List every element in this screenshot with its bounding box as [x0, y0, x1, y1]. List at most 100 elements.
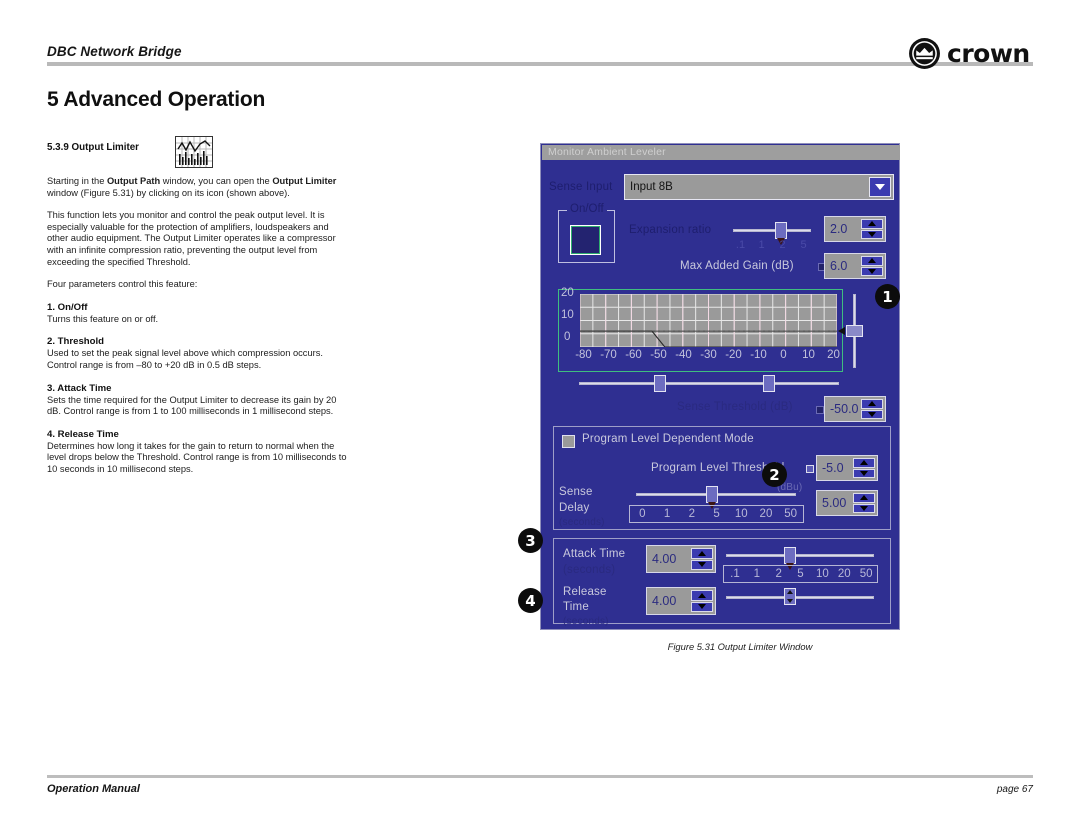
attack-time-slider-thumb[interactable]: [784, 547, 796, 570]
release-time-label-3: (seconds): [563, 616, 609, 627]
program-level-mode-label: Program Level Dependent Mode: [582, 433, 754, 445]
attack-scale-tick: 2: [775, 568, 782, 580]
param-body-2: Used to set the peak signal level above …: [47, 348, 323, 370]
attack-time-value: 4.00: [652, 552, 677, 566]
attack-time-spin-buttons[interactable]: [691, 548, 713, 570]
section-heading-row: 5.3.9 Output Limiter: [47, 136, 349, 176]
sense-threshold-label: Sense Threshold (dB): [677, 401, 793, 413]
stepper-down-icon[interactable]: [861, 266, 883, 276]
sense-delay-spin-buttons[interactable]: [853, 493, 875, 513]
max-added-gain-spin-buttons[interactable]: [861, 256, 883, 276]
crown-wordmark: crown: [947, 38, 1030, 68]
attack-time-slider-track[interactable]: [726, 554, 874, 557]
sense-threshold-stepper[interactable]: -50.0: [824, 396, 886, 422]
sense-input-select[interactable]: Input 8B: [624, 174, 894, 200]
graph-plot-area: [580, 294, 837, 347]
stepper-down-icon[interactable]: [853, 503, 875, 513]
param-heading-4: 4. Release Time: [47, 428, 119, 440]
program-level-threshold-stepper[interactable]: -5.0: [816, 455, 878, 481]
stepper-down-icon[interactable]: [861, 229, 883, 239]
output-limiter-window[interactable]: Monitor Ambient Leveler Sense Input Inpu…: [540, 143, 900, 630]
x-tick: -10: [750, 349, 767, 361]
stepper-down-icon[interactable]: [691, 601, 713, 612]
sense-delay-tick: 10: [734, 508, 748, 520]
stepper-down-icon[interactable]: [691, 559, 713, 570]
program-level-mode-checkbox[interactable]: [562, 435, 575, 448]
figure-caption: Figure 5.31 Output Limiter Window: [667, 641, 813, 652]
x-axis-ticks: -80 -70 -60 -50 -40 -30 -20 -10 0 10 20: [571, 349, 846, 361]
sense-threshold-slider-track[interactable]: [579, 382, 839, 385]
gain-vertical-slider-thumb[interactable]: [838, 325, 863, 337]
footer-right: page 67: [996, 784, 1033, 795]
release-time-stepper[interactable]: 4.00: [646, 587, 716, 615]
sense-delay-tick: 5: [713, 508, 720, 520]
sense-delay-scale: 0 1 2 5 10 20 50: [629, 505, 804, 523]
param-block-2: 2. Threshold Used to set the peak signal…: [47, 336, 349, 371]
stepper-down-icon[interactable]: [853, 468, 875, 478]
stepper-up-icon[interactable]: [861, 399, 883, 409]
sense-delay-stepper[interactable]: 5.00: [816, 490, 878, 516]
x-tick: -30: [700, 349, 717, 361]
attack-time-stepper[interactable]: 4.00: [646, 545, 716, 573]
expansion-ratio-stepper[interactable]: 2.0: [824, 216, 886, 242]
stepper-up-icon[interactable]: [691, 590, 713, 601]
transfer-curve-graph: 20 10 0 -80 -70 -60 -50 -40 -30 -20 -10 …: [558, 287, 846, 372]
param-body-1: Turns this feature on or off.: [47, 313, 159, 324]
callout-2: 2: [762, 462, 787, 487]
sense-input-value: Input 8B: [630, 181, 673, 193]
expansion-ratio-slider-track[interactable]: [733, 229, 811, 232]
stepper-up-icon[interactable]: [853, 458, 875, 468]
stepper-down-icon[interactable]: [861, 409, 883, 419]
sense-delay-slider-thumb[interactable]: [706, 486, 718, 509]
callout-3: 3: [518, 528, 543, 553]
sense-threshold-slider-thumb-low[interactable]: [654, 375, 666, 392]
attack-scale-tick: 5: [797, 568, 804, 580]
program-level-threshold-value: -5.0: [822, 461, 844, 475]
expansion-scale-tick: .1: [735, 239, 746, 251]
crown-emblem-icon: [908, 37, 941, 70]
param-block-4: 4. Release Time Determines how long it t…: [47, 429, 349, 476]
x-tick: -40: [675, 349, 692, 361]
expansion-ratio-spin-buttons[interactable]: [861, 219, 883, 239]
release-time-value: 4.00: [652, 594, 677, 608]
release-time-slider-track[interactable]: [726, 596, 874, 599]
onoff-toggle-button[interactable]: [570, 225, 601, 255]
param-block-1: 1. On/Off Turns this feature on or off.: [47, 302, 349, 326]
stepper-up-icon[interactable]: [861, 219, 883, 229]
sense-threshold-spin-buttons[interactable]: [861, 399, 883, 419]
running-head: DBC Network Bridge: [47, 44, 182, 59]
stepper-up-icon[interactable]: [691, 548, 713, 559]
attack-scale-tick: 20: [837, 568, 851, 580]
program-level-threshold-spin-buttons[interactable]: [853, 458, 875, 478]
attack-scale-tick: .1: [730, 568, 740, 580]
stepper-up-icon[interactable]: [853, 493, 875, 503]
expansion-scale-tick: 5: [800, 239, 807, 251]
expansion-ratio-label: Expansion ratio: [629, 224, 712, 236]
sense-threshold-slider-thumb-high[interactable]: [763, 375, 775, 392]
sense-threshold-indicator: [816, 406, 824, 414]
sense-delay-value: 5.00: [822, 496, 847, 510]
footer-rule: [47, 775, 1033, 778]
expansion-ratio-scale: .1 1 2 5: [730, 239, 814, 251]
sense-delay-label-1: Sense: [559, 486, 593, 498]
attack-release-scale: .1 1 2 5 10 20 50: [723, 565, 878, 583]
expansion-scale-tick: 1: [758, 239, 765, 251]
window-body: Sense Input Input 8B On/Off Expansion ra…: [541, 160, 901, 631]
attack-time-label-2: (seconds): [563, 564, 616, 576]
attack-scale-tick: 50: [859, 568, 873, 580]
x-tick: -80: [575, 349, 592, 361]
x-tick: 0: [780, 349, 787, 361]
expansion-ratio-slider-thumb[interactable]: [775, 222, 787, 245]
x-tick: 20: [827, 349, 840, 361]
attack-scale-tick: 1: [753, 568, 760, 580]
chevron-down-icon[interactable]: [869, 177, 891, 197]
stepper-up-icon[interactable]: [861, 256, 883, 266]
onoff-label: On/Off: [567, 203, 607, 215]
sense-delay-tick: 2: [688, 508, 695, 520]
manual-page: DBC Network Bridge crown 5 Advanced Oper…: [0, 0, 1080, 834]
release-time-spin-buttons[interactable]: [691, 590, 713, 612]
release-time-label-1: Release: [563, 586, 607, 598]
max-added-gain-stepper[interactable]: 6.0: [824, 253, 886, 279]
release-time-slider-thumb[interactable]: [784, 588, 796, 605]
intro-paragraph-3: Four parameters control this feature:: [47, 279, 198, 290]
